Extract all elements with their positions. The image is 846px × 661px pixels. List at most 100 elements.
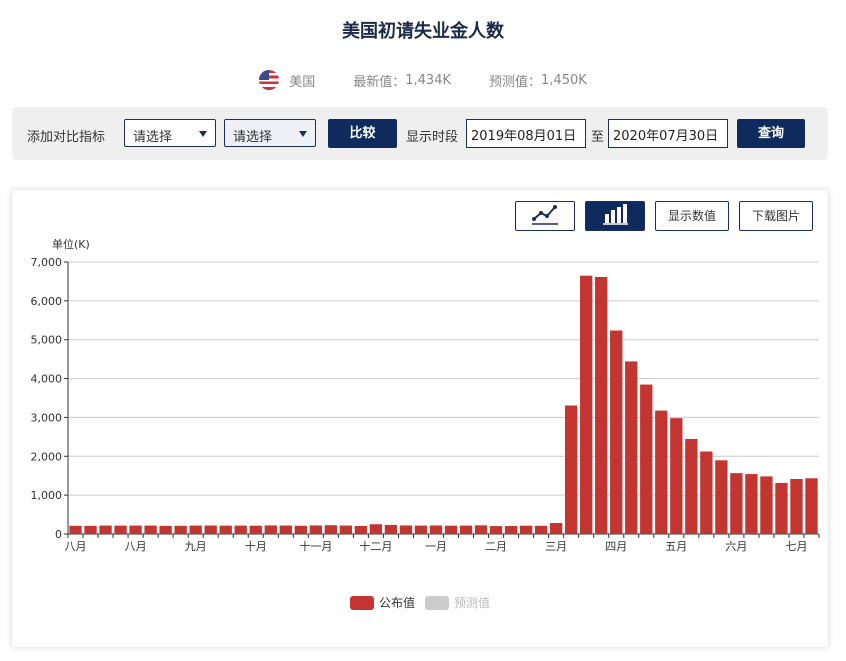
bar[interactable] (144, 525, 157, 534)
bar[interactable] (745, 474, 758, 534)
y-axis-label: 单位(K) (52, 237, 90, 251)
bar[interactable] (760, 476, 773, 534)
compare-button[interactable]: 比较 (328, 119, 397, 148)
bar[interactable] (655, 410, 668, 534)
compare-label: 添加对比指标 (27, 130, 106, 145)
y-tick-label: 0 (55, 528, 62, 541)
bar[interactable] (459, 525, 473, 534)
bar[interactable] (129, 525, 142, 534)
bar[interactable] (84, 525, 97, 534)
bar[interactable] (384, 524, 398, 534)
x-tick-label: 十月 (245, 539, 267, 553)
bar[interactable] (264, 525, 277, 534)
bar[interactable] (534, 525, 548, 534)
bar[interactable] (805, 478, 818, 534)
x-tick-label: 二月 (485, 540, 507, 553)
forecast-label: 预测值： (489, 74, 542, 90)
x-tick-label: 十二月 (359, 539, 392, 553)
x-tick-label: 四月 (605, 540, 627, 553)
to-label: 至 (591, 130, 605, 145)
indicator-meta: 美国 最新值： 1,434K 预测值： 1,450K (0, 70, 846, 90)
bar[interactable] (474, 525, 488, 534)
legend-label-published: 公布值 (378, 596, 415, 610)
y-tick-label: 3,000 (31, 411, 63, 424)
bar[interactable] (685, 438, 698, 534)
bar[interactable] (174, 525, 187, 534)
x-tick-label: 十一月 (299, 539, 332, 553)
dropdown-arrow-icon (299, 131, 307, 137)
query-button[interactable]: 查询 (737, 119, 805, 148)
dropdown-arrow-icon (199, 131, 207, 137)
y-tick-label: 6,000 (31, 295, 63, 308)
y-tick-label: 5,000 (31, 334, 63, 347)
bar[interactable] (565, 405, 578, 535)
us-flag-icon (259, 70, 280, 90)
bar[interactable] (279, 525, 292, 534)
compare-select-1[interactable]: 请选择 (124, 119, 216, 147)
forecast-value: 1,450K (541, 72, 587, 88)
x-tick-label: 九月 (185, 540, 207, 553)
bar[interactable] (204, 525, 217, 534)
bar[interactable] (580, 275, 593, 534)
x-tick-label: 七月 (785, 540, 807, 553)
bar[interactable] (114, 525, 127, 534)
bar[interactable] (625, 361, 638, 534)
bar[interactable] (189, 525, 202, 534)
legend-item-published[interactable]: 公布值 (349, 594, 415, 611)
bar[interactable] (715, 460, 728, 534)
latest-value: 1,434K (405, 72, 451, 88)
select-2-value: 请选择 (233, 130, 273, 145)
bar[interactable] (549, 523, 563, 534)
bar[interactable] (354, 526, 368, 534)
bar[interactable] (294, 525, 307, 534)
select-1-value: 请选择 (133, 130, 173, 145)
bar[interactable] (159, 525, 172, 534)
bar[interactable] (429, 525, 443, 534)
compare-select-2[interactable]: 请选择 (224, 119, 316, 147)
x-tick-label: 六月 (725, 540, 747, 553)
bar[interactable] (730, 473, 743, 534)
chart-card: 显示数值 下载图片 0 1,000 2,000 3,000 4,000 5,000 6,00… (12, 190, 828, 647)
bar[interactable] (700, 451, 713, 534)
bar[interactable] (339, 525, 353, 534)
bar[interactable] (519, 525, 533, 534)
bar[interactable] (640, 384, 653, 534)
x-tick-label: 三月 (545, 540, 567, 553)
end-date-input[interactable]: 2020年07月30日 (608, 119, 728, 148)
legend-item-forecast[interactable]: 预测值 (425, 594, 490, 611)
bar[interactable] (69, 525, 82, 534)
bar[interactable] (309, 525, 322, 534)
legend-label-forecast: 预测值 (454, 596, 491, 610)
bar[interactable] (414, 525, 428, 534)
bar[interactable] (99, 525, 112, 534)
bar-chart: 0 1,000 2,000 3,000 4,000 5,000 6,000 7,000 八月 八… (31, 237, 820, 553)
bar[interactable] (369, 524, 383, 534)
x-tick-label: 八月 (125, 540, 147, 553)
bar[interactable] (790, 478, 803, 534)
y-tick-label: 4,000 (31, 373, 63, 386)
legend-swatch-forecast (425, 595, 449, 610)
page-title: 美国初请失业金人数 (342, 21, 504, 42)
latest-label: 最新值： (353, 74, 406, 90)
bar[interactable] (399, 525, 413, 534)
bar[interactable] (444, 525, 458, 534)
bar[interactable] (324, 525, 338, 534)
x-tick-label: 八月 (65, 540, 87, 553)
bar[interactable] (775, 482, 788, 534)
bar[interactable] (670, 418, 683, 534)
x-tick-label: 五月 (665, 540, 687, 553)
y-tick-label: 2,000 (31, 450, 63, 463)
country-name: 美国 (289, 74, 316, 90)
bar[interactable] (610, 330, 623, 534)
bar[interactable] (219, 525, 232, 534)
start-date-input[interactable]: 2019年08月01日 (466, 119, 586, 148)
chart-legend: 公布值 预测值 (12, 594, 828, 611)
bar[interactable] (504, 526, 518, 534)
x-tick-label: 一月 (425, 540, 447, 553)
bar[interactable] (595, 276, 608, 534)
bar[interactable] (489, 526, 503, 534)
bar[interactable] (234, 525, 247, 534)
y-tick-label: 7,000 (31, 256, 63, 269)
bar[interactable] (249, 525, 262, 534)
filter-toolbar: 添加对比指标 请选择 请选择 比较 显示时段 2019年08月01日 至 202… (12, 107, 828, 160)
